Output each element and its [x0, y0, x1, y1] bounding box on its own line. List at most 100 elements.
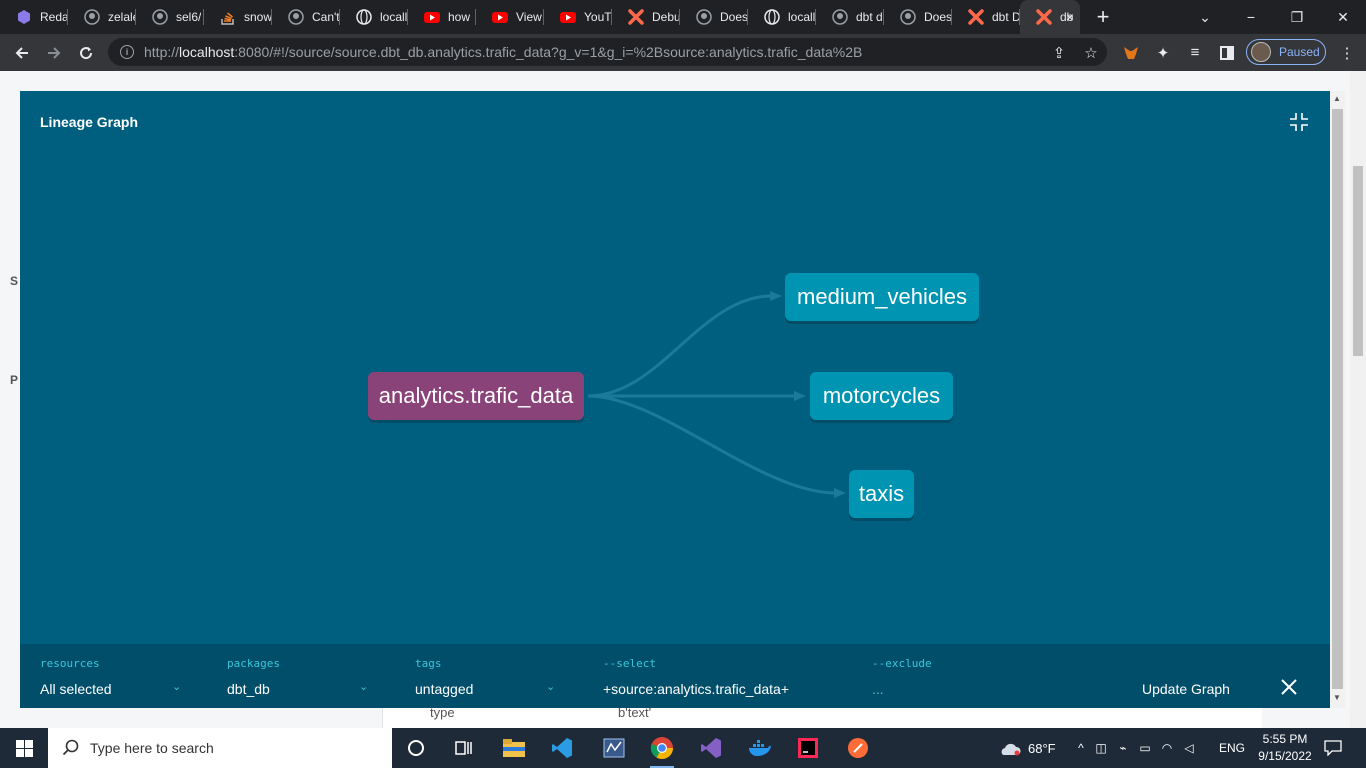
minimize-window-button[interactable]: − — [1228, 0, 1274, 34]
forward-button[interactable] — [38, 37, 70, 69]
browser-tab[interactable]: Does — [884, 0, 952, 34]
exclude-filter[interactable]: --exclude ... — [872, 644, 1072, 708]
file-explorer-icon[interactable] — [498, 732, 530, 764]
cortana-circle-icon[interactable] — [400, 732, 432, 764]
model-node-motorcycles[interactable]: motorcycles — [810, 372, 953, 420]
network-offline-icon[interactable]: ⌁ — [1112, 741, 1134, 755]
browser-tab[interactable]: Does — [680, 0, 748, 34]
page-scrollbar[interactable] — [1350, 71, 1366, 728]
docker-icon[interactable] — [744, 732, 776, 764]
windows-start-button[interactable] — [0, 728, 48, 768]
tags-filter[interactable]: tags untagged ⌄ — [415, 644, 565, 708]
cloud-icon — [1001, 743, 1021, 756]
address-bar[interactable]: i http://localhost:8080/#!/source/source… — [108, 38, 1107, 66]
browser-tab[interactable]: sel6/ — [136, 0, 204, 34]
chrome-icon[interactable] — [646, 732, 678, 768]
dbt-icon — [1036, 9, 1052, 25]
profile-button[interactable]: Paused — [1246, 39, 1326, 65]
back-button[interactable] — [6, 37, 38, 69]
sidebar-partial-label-2: P — [10, 373, 19, 387]
new-tab-button[interactable]: + — [1086, 0, 1120, 34]
input-language[interactable]: ENG — [1219, 728, 1245, 768]
exclude-input[interactable]: ... — [872, 681, 884, 697]
postman-icon[interactable] — [842, 732, 874, 764]
browser-tab[interactable]: Debu — [612, 0, 680, 34]
meet-now-icon[interactable]: ◫ — [1090, 741, 1112, 755]
resources-filter[interactable]: resources All selected ⌄ — [40, 644, 190, 708]
model-node-taxis[interactable]: taxis — [849, 470, 914, 518]
site-info-icon[interactable]: i — [120, 45, 134, 59]
scroll-up-arrow-icon[interactable]: ▲ — [1333, 94, 1341, 103]
browser-tab[interactable]: dbt d — [816, 0, 884, 34]
vscode-icon[interactable] — [546, 732, 578, 764]
stackoverflow-icon — [220, 9, 236, 25]
tab-title: Reda — [40, 10, 68, 24]
github-icon — [152, 9, 168, 25]
media-queue-icon[interactable]: ≡ — [1180, 34, 1210, 71]
browser-menu-icon[interactable]: ⋮ — [1332, 34, 1362, 71]
select-input[interactable]: +source:analytics.trafic_data+ — [603, 681, 789, 697]
browser-tab[interactable]: Reda — [0, 0, 68, 34]
lineage-graph-canvas[interactable]: analytics.trafic_data medium_vehicles mo… — [20, 91, 1330, 644]
scroll-down-arrow-icon[interactable]: ▼ — [1333, 693, 1341, 702]
packages-value[interactable]: dbt_db — [227, 681, 270, 697]
chevron-down-icon[interactable]: ⌄ — [359, 680, 368, 693]
reload-icon — [80, 46, 93, 59]
notifications-icon[interactable] — [1322, 728, 1344, 768]
tab-title: snow — [244, 10, 272, 24]
side-panel-icon[interactable] — [1212, 34, 1242, 71]
volume-muted-icon[interactable]: ◁ — [1178, 741, 1200, 755]
taskbar-clock[interactable]: 5:55 PM 9/15/2022 — [1250, 731, 1320, 765]
task-view-icon[interactable] — [448, 732, 480, 764]
restore-window-button[interactable]: ❐ — [1274, 0, 1320, 34]
browser-tab[interactable]: Can't — [272, 0, 340, 34]
packages-filter[interactable]: packages dbt_db ⌄ — [227, 644, 377, 708]
wifi-icon[interactable]: ◠ — [1156, 741, 1178, 755]
browser-tab[interactable]: YouT — [544, 0, 612, 34]
back-arrow-icon — [15, 46, 28, 59]
taskbar-search-box[interactable]: Type here to search — [48, 728, 392, 768]
tab-search-chevron-icon[interactable]: ⌄ — [1182, 0, 1228, 34]
browser-tab[interactable]: locall — [748, 0, 816, 34]
clock-time: 5:55 PM — [1262, 732, 1308, 746]
system-tray-icons[interactable]: ^ ◫ ⌁ ▭ ◠ ◁ — [1072, 728, 1200, 768]
browser-tab[interactable]: dbt D — [952, 0, 1020, 34]
update-graph-button[interactable]: Update Graph — [1142, 681, 1230, 697]
extensions-puzzle-icon[interactable]: ✦ — [1148, 34, 1178, 71]
visual-studio-icon[interactable] — [695, 732, 727, 764]
tab-close-icon[interactable]: × — [1066, 9, 1074, 25]
weather-widget[interactable]: 68°F — [998, 728, 1056, 768]
close-icon[interactable] — [1280, 678, 1298, 696]
model-node-medium-vehicles[interactable]: medium_vehicles — [785, 273, 979, 321]
chevron-down-icon[interactable]: ⌄ — [172, 680, 181, 693]
metamask-extension-icon[interactable] — [1116, 34, 1146, 71]
browser-tab[interactable]: zelale — [68, 0, 136, 34]
browser-tab[interactable]: how — [408, 0, 476, 34]
battery-icon[interactable]: ▭ — [1134, 741, 1156, 755]
intellij-icon[interactable] — [792, 732, 824, 764]
browser-tab[interactable]: snow — [204, 0, 272, 34]
tab-active[interactable]: db × — [1020, 0, 1080, 34]
bookmark-star-icon[interactable]: ☆ — [1076, 34, 1106, 71]
youtube-icon — [492, 9, 508, 25]
share-icon[interactable]: ⇪ — [1044, 34, 1074, 71]
dbt-icon — [968, 9, 984, 25]
browser-tab[interactable]: View — [476, 0, 544, 34]
database-tool-icon[interactable] — [598, 732, 630, 764]
browser-tab[interactable]: locall — [340, 0, 408, 34]
modal-scrollbar[interactable]: ▲ ▼ — [1330, 91, 1345, 708]
resources-label: resources — [40, 657, 100, 670]
tab-title: locall — [788, 10, 816, 24]
profile-status: Paused — [1279, 45, 1320, 59]
page-scrollbar-thumb[interactable] — [1353, 166, 1363, 356]
resources-value[interactable]: All selected — [40, 681, 112, 697]
tags-value[interactable]: untagged — [415, 681, 473, 697]
github-icon — [288, 9, 304, 25]
close-window-button[interactable]: ✕ — [1320, 0, 1366, 34]
show-hidden-icons-chevron-icon[interactable]: ^ — [1072, 741, 1090, 755]
chevron-down-icon[interactable]: ⌄ — [546, 680, 555, 693]
source-node[interactable]: analytics.trafic_data — [368, 372, 584, 420]
select-filter[interactable]: --select +source:analytics.trafic_data+ — [603, 644, 853, 708]
reload-button[interactable] — [70, 37, 102, 69]
modal-scrollbar-thumb[interactable] — [1332, 109, 1343, 689]
